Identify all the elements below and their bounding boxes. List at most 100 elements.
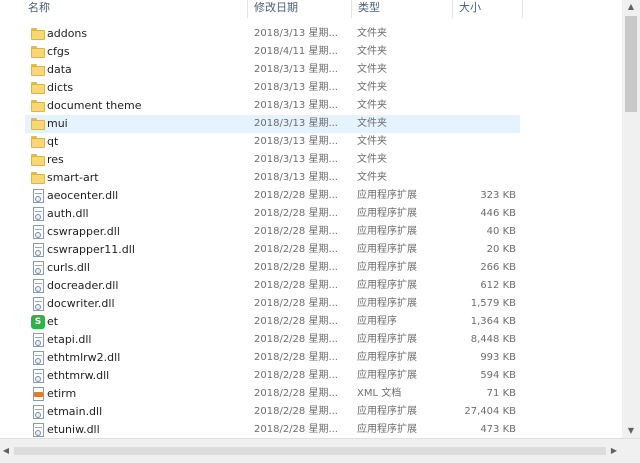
file-size: 594 KB	[480, 370, 516, 381]
file-type: 应用程序扩展	[357, 208, 417, 219]
file-type: 应用程序扩展	[357, 406, 417, 417]
file-row[interactable]: cfgs 2018/4/11 星期... 文件夹	[25, 43, 520, 61]
scroll-down-arrow-icon[interactable]: ▼	[622, 424, 640, 438]
file-modified-date: 2018/2/28 星期...	[254, 280, 338, 291]
file-modified-date: 2018/2/28 星期...	[254, 406, 338, 417]
column-header-size[interactable]: 大小	[453, 0, 523, 18]
vertical-scrollbar[interactable]: ▲ ▼	[622, 0, 640, 438]
file-row[interactable]: cswrapper.dll 2018/2/28 星期... 应用程序扩展 40 KB	[25, 223, 520, 241]
file-name: docwriter.dll	[47, 297, 115, 310]
file-type: 文件夹	[357, 136, 387, 147]
file-modified-date: 2018/2/28 星期...	[254, 424, 338, 435]
file-type: 应用程序	[357, 316, 397, 327]
file-size: 266 KB	[480, 262, 516, 273]
file-row[interactable]: cswrapper11.dll 2018/2/28 星期... 应用程序扩展 20 K…	[25, 241, 520, 259]
file-row[interactable]: document theme 2018/3/13 星期... 文件夹	[25, 97, 520, 115]
file-type: 应用程序扩展	[357, 370, 417, 381]
file-name: etapi.dll	[47, 333, 92, 346]
file-modified-date: 2018/2/28 星期...	[254, 190, 338, 201]
file-type: 文件夹	[357, 172, 387, 183]
file-size: 8,448 KB	[470, 334, 516, 345]
dll-file-icon	[31, 297, 45, 311]
file-modified-date: 2018/2/28 星期...	[254, 298, 338, 309]
file-row[interactable]: qt 2018/3/13 星期... 文件夹	[25, 133, 520, 151]
horizontal-scroll-thumb[interactable]	[14, 447, 606, 455]
file-row[interactable]: smart-art 2018/3/13 星期... 文件夹	[25, 169, 520, 187]
file-row[interactable]: docwriter.dll 2018/2/28 星期... 应用程序扩展 1,579 …	[25, 295, 520, 313]
file-row[interactable]: etirm 2018/2/28 星期... XML 文档 71 KB	[25, 385, 520, 403]
scroll-left-arrow-icon[interactable]: ◀	[0, 443, 12, 459]
file-name: etirm	[47, 387, 77, 400]
file-name: cswrapper11.dll	[47, 243, 135, 256]
file-row[interactable]: etapi.dll 2018/2/28 星期... 应用程序扩展 8,448 KB	[25, 331, 520, 349]
file-modified-date: 2018/2/28 星期...	[254, 208, 338, 219]
scroll-thumb[interactable]	[625, 16, 637, 112]
file-row[interactable]: aeocenter.dll 2018/2/28 星期... 应用程序扩展 323 KB	[25, 187, 520, 205]
file-list: addons 2018/3/13 星期... 文件夹 cfgs 2018/4/11 星期…	[0, 18, 622, 438]
file-row[interactable]: ethtmlrw2.dll 2018/2/28 星期... 应用程序扩展 993 KB	[25, 349, 520, 367]
column-header-type[interactable]: 类型	[352, 0, 453, 18]
folder-icon	[31, 27, 45, 41]
file-type: 应用程序扩展	[357, 298, 417, 309]
file-row[interactable]: docreader.dll 2018/2/28 星期... 应用程序扩展 612 KB	[25, 277, 520, 295]
horizontal-scrollbar[interactable]: ◀ ▶	[0, 438, 640, 463]
file-modified-date: 2018/2/28 星期...	[254, 244, 338, 255]
file-name: mui	[47, 117, 68, 130]
file-size: 473 KB	[480, 424, 516, 435]
column-header-name[interactable]: 名称	[22, 0, 248, 18]
file-row[interactable]: ethtmrw.dll 2018/2/28 星期... 应用程序扩展 594 KB	[25, 367, 520, 385]
scroll-up-arrow-icon[interactable]: ▲	[622, 0, 640, 14]
file-name: qt	[47, 135, 59, 148]
dll-file-icon	[31, 369, 45, 383]
xml-file-icon	[31, 387, 45, 401]
file-type: 文件夹	[357, 154, 387, 165]
dll-file-icon	[31, 333, 45, 347]
file-name: dicts	[47, 81, 74, 94]
file-name: docreader.dll	[47, 279, 119, 292]
file-modified-date: 2018/3/13 星期...	[254, 172, 338, 183]
file-name: data	[47, 63, 72, 76]
file-name: et	[47, 315, 59, 328]
file-type: 文件夹	[357, 28, 387, 39]
dll-file-icon	[31, 423, 45, 437]
file-name: etmain.dll	[47, 405, 103, 418]
file-row[interactable]: res 2018/3/13 星期... 文件夹	[25, 151, 520, 169]
file-name: auth.dll	[47, 207, 89, 220]
folder-icon	[31, 171, 45, 185]
dll-file-icon	[31, 207, 45, 221]
file-row[interactable]: mui 2018/3/13 星期... 文件夹	[25, 115, 520, 133]
file-name: res	[47, 153, 64, 166]
file-row[interactable]: data 2018/3/13 星期... 文件夹	[25, 61, 520, 79]
file-modified-date: 2018/3/13 星期...	[254, 28, 338, 39]
file-name: document theme	[47, 99, 142, 112]
column-header-date[interactable]: 修改日期	[248, 0, 352, 18]
column-header: 名称 修改日期 类型 大小	[0, 0, 622, 18]
file-size: 1,364 KB	[470, 316, 516, 327]
dll-file-icon	[31, 405, 45, 419]
file-size: 27,404 KB	[464, 406, 516, 417]
file-modified-date: 2018/2/28 星期...	[254, 352, 338, 363]
file-name: smart-art	[47, 171, 99, 184]
folder-icon	[31, 63, 45, 77]
file-name: curls.dll	[47, 261, 90, 274]
dll-file-icon	[31, 261, 45, 275]
file-row[interactable]: addons 2018/3/13 星期... 文件夹	[25, 25, 520, 43]
file-type: 应用程序扩展	[357, 352, 417, 363]
file-row[interactable]: auth.dll 2018/2/28 星期... 应用程序扩展 446 KB	[25, 205, 520, 223]
column-divider[interactable]	[522, 0, 523, 18]
dll-file-icon	[31, 225, 45, 239]
file-name: ethtmrw.dll	[47, 369, 110, 382]
file-modified-date: 2018/3/13 星期...	[254, 118, 338, 129]
scroll-right-arrow-icon[interactable]: ▶	[608, 443, 620, 459]
file-row[interactable]: etuniw.dll 2018/2/28 星期... 应用程序扩展 473 KB	[25, 421, 520, 438]
folder-icon	[31, 117, 45, 131]
folder-icon	[31, 99, 45, 113]
file-row[interactable]: curls.dll 2018/2/28 星期... 应用程序扩展 266 KB	[25, 259, 520, 277]
file-modified-date: 2018/3/13 星期...	[254, 154, 338, 165]
file-row[interactable]: etmain.dll 2018/2/28 星期... 应用程序扩展 27,404 KB	[25, 403, 520, 421]
file-row[interactable]: dicts 2018/3/13 星期... 文件夹	[25, 79, 520, 97]
file-row[interactable]: Set 2018/2/28 星期... 应用程序 1,364 KB	[25, 313, 520, 331]
file-size: 993 KB	[480, 352, 516, 363]
file-type: 文件夹	[357, 118, 387, 129]
file-modified-date: 2018/2/28 星期...	[254, 226, 338, 237]
